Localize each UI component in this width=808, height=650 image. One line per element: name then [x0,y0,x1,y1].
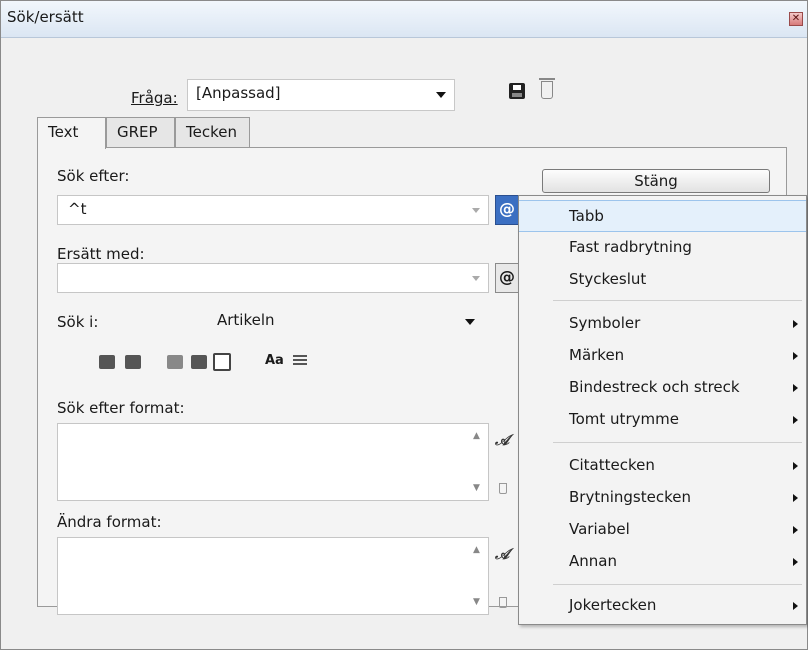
chevron-right-icon [793,384,798,392]
chevron-right-icon [793,320,798,328]
find-what-input[interactable]: ^t [57,195,489,225]
special-characters-menu: Tabb Fast radbrytning Styckeslut Symbole… [518,195,807,625]
close-window-icon[interactable]: ✕ [789,12,803,26]
chevron-down-icon [465,319,475,325]
scroll-up-icon[interactable]: ▲ [473,431,480,441]
chevron-down-icon [436,92,446,98]
tab-glyph[interactable]: Tecken [175,117,250,148]
find-format-label: Sök efter format: [57,399,185,417]
menu-item-markers[interactable]: Märken [519,340,806,372]
find-what-label: Sök efter: [57,167,130,185]
search-in-label: Sök i: [57,313,99,331]
tab-grep[interactable]: GREP [106,117,175,148]
query-dropdown[interactable]: [Anpassad] [187,79,455,111]
chevron-down-icon[interactable] [472,208,480,213]
special-characters-change-button[interactable]: @ [495,263,519,293]
chevron-down-icon[interactable] [472,276,480,281]
menu-item-white-space[interactable]: Tomt utrymme [519,404,806,436]
clear-change-format-icon[interactable] [499,597,507,608]
master-pages-icon[interactable] [191,355,207,369]
window-title: Sök/ersätt [7,8,84,26]
menu-item-symbols[interactable]: Symboler [519,308,806,340]
locked-stories-icon[interactable] [125,355,141,369]
menu-separator [553,442,802,443]
chevron-right-icon [793,602,798,610]
find-change-dialog: Sök/ersätt ✕ Fråga: [Anpassad] Text GREP… [0,0,808,650]
locked-layers-icon[interactable] [99,355,115,369]
find-what-value: ^t [68,200,87,218]
search-in-value: Artikeln [217,311,275,329]
menu-item-break-character[interactable]: Brytningstecken [519,482,806,514]
search-in-dropdown[interactable]: Artikeln [209,307,483,337]
find-format-box[interactable] [57,423,489,501]
menu-item-wildcards[interactable]: Jokertecken [519,590,806,622]
chevron-right-icon [793,462,798,470]
footnotes-icon[interactable] [213,353,231,371]
menu-item-other[interactable]: Annan [519,546,806,578]
query-value: [Anpassad] [196,84,281,102]
chevron-right-icon [793,352,798,360]
chevron-right-icon [793,494,798,502]
whole-word-icon[interactable] [293,355,307,367]
chevron-right-icon [793,526,798,534]
menu-item-end-of-paragraph[interactable]: Styckeslut [519,264,806,296]
hidden-layers-icon[interactable] [167,355,183,369]
menu-item-quotation-marks[interactable]: Citattecken [519,450,806,482]
menu-separator [553,300,802,301]
chevron-right-icon [793,558,798,566]
change-to-input[interactable] [57,263,489,293]
save-query-icon[interactable] [509,83,525,99]
specify-find-format-icon[interactable]: 𝒜 [495,431,509,449]
change-format-box[interactable] [57,537,489,615]
close-button[interactable]: Stäng [542,169,770,193]
change-to-label: Ersätt med: [57,245,145,263]
menu-item-hyphens-and-dashes[interactable]: Bindestreck och streck [519,372,806,404]
menu-separator [553,584,802,585]
scroll-down-icon[interactable]: ▼ [473,483,480,493]
menu-item-variable[interactable]: Variabel [519,514,806,546]
query-label: Fråga: [131,89,178,107]
chevron-right-icon [793,416,798,424]
scroll-up-icon[interactable]: ▲ [473,545,480,555]
menu-item-tab[interactable]: Tabb [519,200,806,232]
menu-item-forced-line-break[interactable]: Fast radbrytning [519,232,806,264]
change-format-label: Ändra format: [57,513,162,531]
scroll-down-icon[interactable]: ▼ [473,597,480,607]
case-sensitive-icon[interactable]: Aa [265,353,284,368]
title-bar: Sök/ersätt ✕ [1,1,807,38]
tab-text[interactable]: Text [37,117,106,149]
specify-change-format-icon[interactable]: 𝒜 [495,545,509,563]
special-characters-find-button[interactable]: @ [495,195,519,225]
delete-query-icon[interactable] [539,78,555,99]
clear-find-format-icon[interactable] [499,483,507,494]
